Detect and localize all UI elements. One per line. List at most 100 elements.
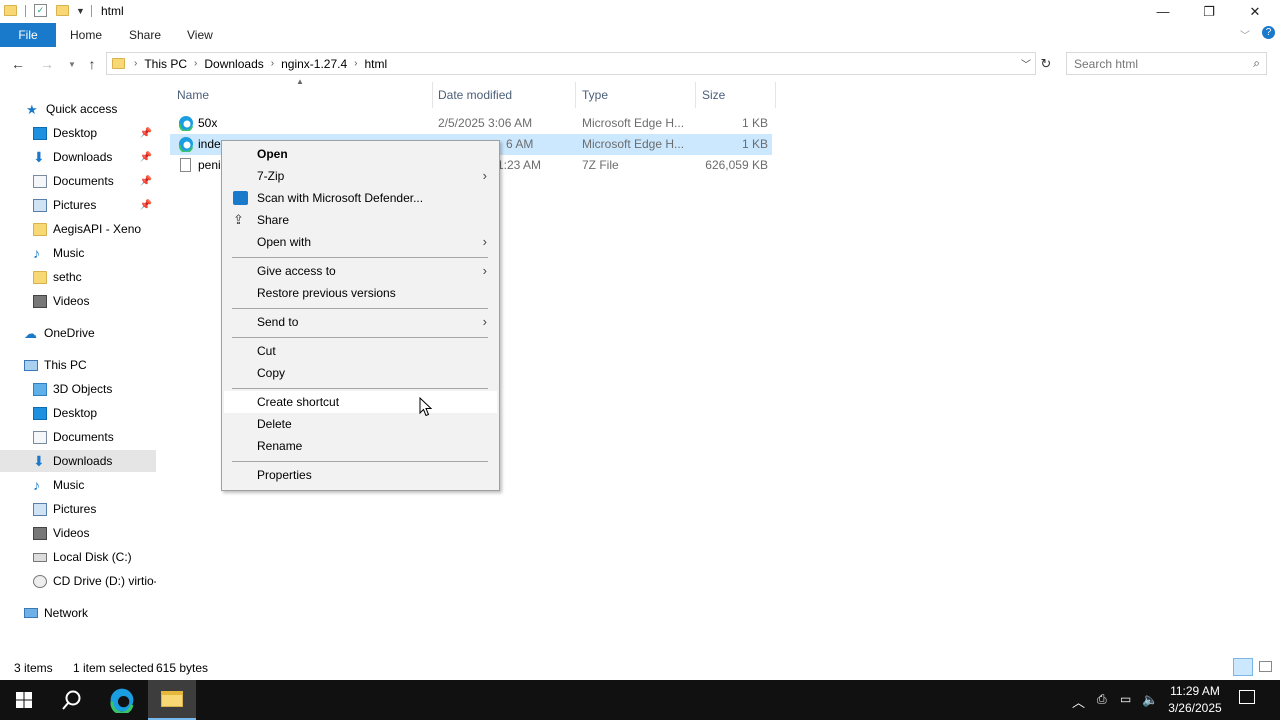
download-icon: ⬇ (33, 452, 45, 469)
search-box[interactable]: ⌕ (1066, 52, 1267, 75)
menu-item-scan-defender[interactable]: Scan with Microsoft Defender... (224, 187, 497, 209)
forward-icon[interactable]: → (38, 55, 56, 73)
sidebar-item-documents[interactable]: Documents 📌 (0, 170, 156, 192)
item-count: 3 items (14, 661, 53, 675)
menu-item-give-access[interactable]: Give access to › (224, 260, 497, 282)
clock-time: 11:29 AM (1170, 684, 1220, 698)
chevron-right-icon[interactable]: › (268, 58, 277, 69)
sidebar-item-aegisapi[interactable]: AegisAPI - Xeno (0, 218, 156, 240)
menu-item-properties[interactable]: Properties (224, 464, 497, 486)
search-input[interactable] (1074, 54, 1244, 74)
restore-button[interactable]: ❐ (1186, 0, 1232, 23)
sidebar-item-sethc[interactable]: sethc (0, 266, 156, 288)
star-icon: ★ (26, 101, 38, 117)
menu-item-cut[interactable]: Cut (224, 340, 497, 362)
column-header-type[interactable]: Type (575, 82, 695, 108)
start-button[interactable] (0, 680, 48, 720)
device-icon[interactable]: ⎙ (1097, 692, 1107, 707)
search-button[interactable] (48, 680, 96, 720)
drive-icon (33, 552, 47, 562)
show-hidden-icons-icon[interactable]: ︿ (1072, 692, 1085, 711)
chevron-right-icon[interactable]: › (191, 58, 200, 69)
folder-icon (161, 691, 183, 707)
navigation-bar: ← → ▼ ↑ › This PC › Downloads › nginx-1.… (0, 47, 1280, 81)
sidebar-item-desktop[interactable]: Desktop 📌 (0, 122, 156, 144)
explorer-taskbar-button[interactable] (148, 680, 196, 720)
sidebar-item-this-pc[interactable]: This PC (0, 354, 156, 376)
clock[interactable]: 11:29 AM 3/26/2025 (1160, 683, 1230, 717)
chevron-right-icon[interactable]: › (131, 58, 140, 69)
sidebar-item-pictures[interactable]: Pictures 📌 (0, 194, 156, 216)
menu-item-delete[interactable]: Delete (224, 413, 497, 435)
menu-item-send-to[interactable]: Send to › (224, 311, 497, 333)
back-icon[interactable]: ← (9, 55, 27, 73)
notifications-icon[interactable] (1239, 690, 1255, 704)
sidebar-item-pc-documents[interactable]: Documents (0, 426, 156, 448)
sidebar-item-network[interactable]: Network (0, 602, 156, 624)
details-view-icon[interactable] (1233, 658, 1253, 676)
edge-icon (178, 115, 194, 136)
large-icons-view-icon[interactable] (1259, 661, 1272, 672)
sidebar-item-music[interactable]: ♪ Music (0, 242, 156, 264)
defender-icon (233, 191, 248, 205)
column-header-date[interactable]: Date modified (431, 82, 575, 108)
sidebar-item-local-disk[interactable]: Local Disk (C:) (0, 546, 156, 568)
address-dropdown-icon[interactable]: ﹀ (1021, 56, 1031, 71)
menu-item-create-shortcut[interactable]: Create shortcut (224, 391, 497, 413)
menu-item-share[interactable]: ⇪ Share (224, 209, 497, 231)
breadcrumb-nginx[interactable]: nginx-1.27.4 (277, 57, 351, 71)
refresh-icon[interactable]: ↻ (1037, 55, 1055, 73)
customize-toolbar-icon[interactable]: ▼ (76, 6, 85, 16)
windows-icon (16, 692, 32, 708)
sidebar-item-pc-downloads[interactable]: ⬇ Downloads (0, 450, 156, 472)
menu-item-open[interactable]: Open (224, 143, 497, 165)
folder-icon (112, 58, 125, 69)
chevron-right-icon[interactable]: › (351, 58, 360, 69)
videos-icon (33, 294, 47, 308)
breadcrumb-downloads[interactable]: Downloads (200, 57, 267, 71)
sidebar-item-pc-desktop[interactable]: Desktop (0, 402, 156, 424)
desktop-icon (33, 126, 47, 140)
sidebar-item-cd-drive[interactable]: CD Drive (D:) virtio- (0, 570, 156, 592)
sidebar-item-quick-access[interactable]: ★ Quick access (0, 98, 156, 120)
menu-item-7zip[interactable]: 7-Zip › (224, 165, 497, 187)
tab-share[interactable]: Share (129, 23, 161, 47)
sidebar-item-videos[interactable]: Videos (0, 290, 156, 312)
edge-taskbar-button[interactable] (98, 680, 146, 720)
sidebar-item-3d-objects[interactable]: 3D Objects (0, 378, 156, 400)
tab-home[interactable]: Home (70, 23, 102, 47)
address-bar[interactable]: › This PC › Downloads › nginx-1.27.4 › h… (106, 52, 1036, 75)
sidebar-item-pc-videos[interactable]: Videos (0, 522, 156, 544)
chevron-right-icon: › (482, 263, 487, 278)
new-folder-icon[interactable] (56, 5, 69, 16)
tab-view[interactable]: View (187, 23, 213, 47)
menu-item-open-with[interactable]: Open with › (224, 231, 497, 253)
breadcrumb-this-pc[interactable]: This PC (140, 57, 191, 71)
network-status-icon[interactable]: ▭ (1120, 692, 1131, 706)
pin-icon: 📌 (139, 151, 152, 163)
recent-locations-icon[interactable]: ▼ (63, 55, 81, 73)
menu-item-rename[interactable]: Rename (224, 435, 497, 457)
properties-icon[interactable]: ✓ (34, 4, 47, 17)
minimize-button[interactable]: — (1140, 0, 1186, 23)
column-header-name[interactable]: Name (170, 82, 432, 108)
breadcrumb-html[interactable]: html (360, 57, 391, 71)
sidebar-item-pc-pictures[interactable]: Pictures (0, 498, 156, 520)
file-row[interactable]: 50x 2/5/2025 3:06 AM Microsoft Edge H...… (170, 113, 772, 134)
up-icon[interactable]: ↑ (83, 55, 101, 73)
navigation-pane: ★ Quick access Desktop 📌 ⬇ Downloads 📌 D… (0, 95, 160, 655)
computer-icon (24, 359, 38, 371)
sidebar-item-onedrive[interactable]: ☁ OneDrive (0, 322, 156, 344)
volume-muted-icon[interactable]: 🔈 (1142, 692, 1158, 708)
menu-item-copy[interactable]: Copy (224, 362, 497, 384)
sidebar-item-pc-music[interactable]: ♪ Music (0, 474, 156, 496)
tab-file[interactable]: File (0, 23, 56, 47)
sidebar-item-downloads[interactable]: ⬇ Downloads 📌 (0, 146, 156, 168)
close-button[interactable]: ✕ (1232, 0, 1278, 23)
selection-size: 615 bytes (156, 661, 209, 675)
menu-item-restore-versions[interactable]: Restore previous versions (224, 282, 497, 304)
expand-ribbon-icon[interactable]: ﹀ (1240, 27, 1250, 42)
edge-icon (178, 136, 194, 157)
help-icon[interactable]: ? (1262, 26, 1275, 39)
column-header-size[interactable]: Size (695, 82, 775, 108)
